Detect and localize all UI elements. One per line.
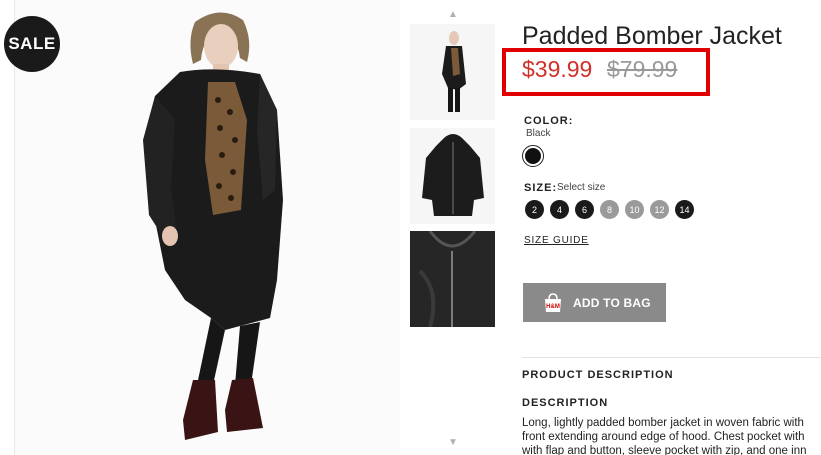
size-option-14[interactable]: 14 [675, 200, 694, 219]
product-title: Padded Bomber Jacket [522, 22, 782, 50]
add-to-bag-button[interactable]: H&M ADD TO BAG [523, 283, 666, 322]
color-label: COLOR: [524, 115, 574, 127]
description-heading: DESCRIPTION [522, 397, 609, 409]
description-line: with flap and button, sleeve pocket with… [522, 445, 807, 455]
size-option-2[interactable]: 2 [525, 200, 544, 219]
description-line: Long, lightly padded bomber jacket in wo… [522, 417, 804, 429]
sale-price: $39.99 [522, 56, 593, 82]
size-option-8[interactable]: 8 [600, 200, 619, 219]
main-product-image[interactable] [15, 0, 400, 455]
add-to-bag-label: ADD TO BAG [573, 295, 651, 310]
size-option-6[interactable]: 6 [575, 200, 594, 219]
color-selected-value: Black [526, 128, 551, 139]
description-text: Long, lightly padded bomber jacket in wo… [522, 416, 821, 455]
size-hint: Select size [557, 182, 606, 193]
thumbnail-model[interactable] [410, 24, 495, 120]
product-description-heading[interactable]: PRODUCT DESCRIPTION [522, 369, 674, 381]
sale-badge: SALE [4, 16, 60, 72]
size-guide-link[interactable]: SIZE GUIDE [524, 235, 589, 246]
shopping-bag-icon: H&M [545, 292, 561, 312]
original-price: $79.99 [607, 56, 678, 82]
thumbnails-up-arrow-icon[interactable]: ▲ [447, 10, 459, 20]
svg-text:H&M: H&M [546, 304, 560, 310]
description-line: front extending around edge of hood. Che… [522, 431, 805, 443]
size-label: SIZE: [524, 182, 558, 194]
thumbnails-down-arrow-icon[interactable]: ▼ [447, 438, 459, 448]
color-swatch-black[interactable] [522, 145, 544, 167]
size-option-12[interactable]: 12 [650, 200, 669, 219]
size-option-4[interactable]: 4 [550, 200, 569, 219]
size-options: 2 4 6 8 10 12 14 [525, 200, 694, 219]
section-divider [522, 357, 821, 358]
thumbnail-jacket-front[interactable] [410, 128, 495, 224]
thumbnail-jacket-detail[interactable] [410, 231, 495, 327]
size-option-10[interactable]: 10 [625, 200, 644, 219]
